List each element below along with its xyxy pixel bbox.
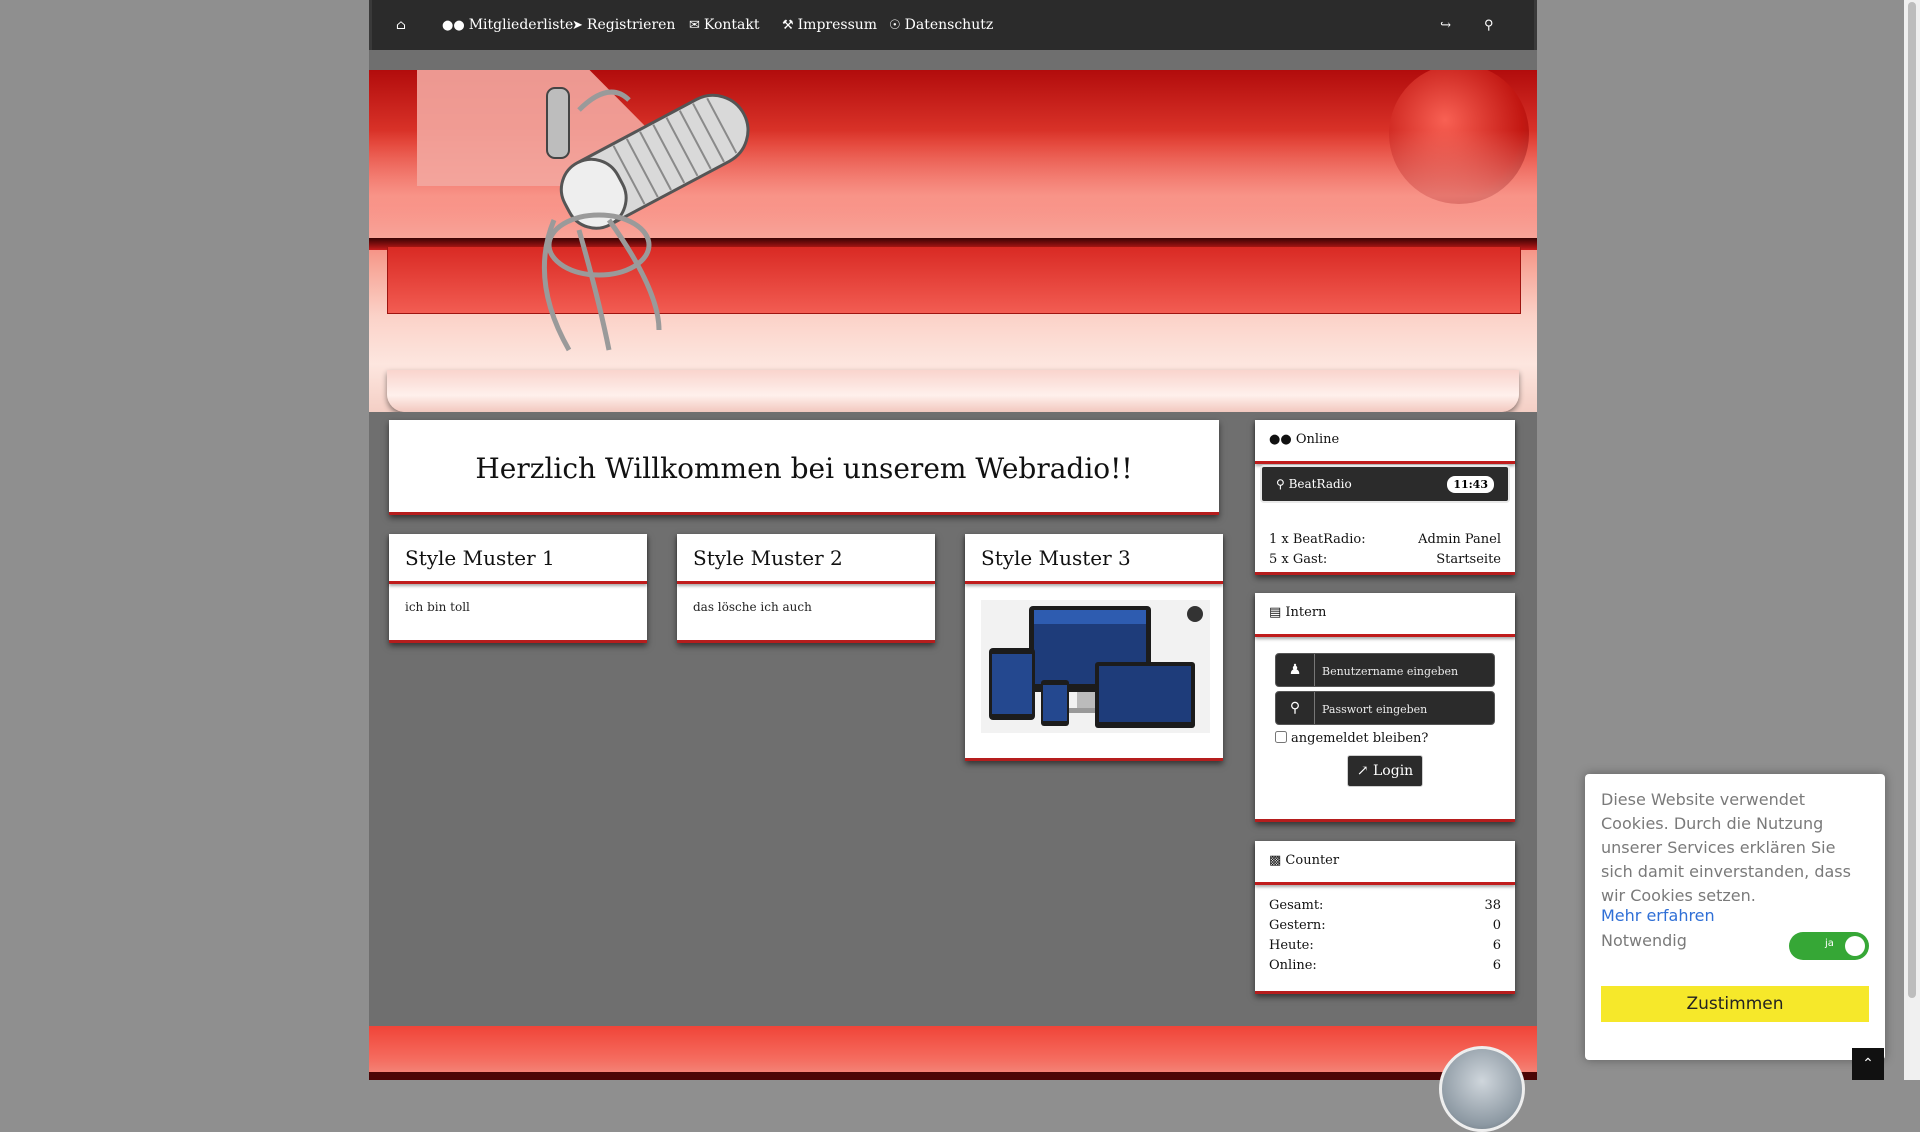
password-input[interactable]: [1320, 698, 1492, 720]
counter-value: 6: [1492, 958, 1501, 973]
style-box-title: Style Muster 1: [405, 546, 555, 570]
online-row: 5 x Gast: Startseite: [1269, 552, 1501, 572]
style-box-2: Style Muster 2 das lösche ich auch: [677, 534, 935, 643]
devices-image: [981, 600, 1210, 733]
microphone-icon: ⚲: [1276, 477, 1289, 491]
username-group: ♟: [1275, 653, 1495, 687]
nav-logout[interactable]: ↪: [1440, 0, 1455, 50]
remember-row: angemeldet bleiben?: [1275, 731, 1428, 746]
online-row-left: 5 x Gast:: [1269, 552, 1328, 567]
password-group: ⚲: [1275, 691, 1495, 725]
nav-impressum[interactable]: ⚒ Impressum: [782, 0, 877, 50]
remember-checkbox[interactable]: [1275, 731, 1287, 743]
counter-row: Online: 6: [1269, 958, 1501, 978]
nav-label: Datenschutz: [904, 17, 994, 33]
bar-chart-icon: ▩: [1269, 853, 1286, 868]
style-box-1: Style Muster 1 ich bin toll: [389, 534, 647, 643]
online-row-right: Admin Panel: [1418, 532, 1501, 547]
counter-box: ▩ Counter Gesamt: 38 Gestern: 0 Heute: 6…: [1255, 841, 1515, 994]
logout-icon: ↪: [1440, 18, 1451, 33]
nav-label: Impressum: [797, 17, 878, 33]
globe-icon: [1439, 1046, 1525, 1132]
style-box-body: ich bin toll: [405, 600, 470, 614]
nav-kontakt[interactable]: ✉ Kontakt: [689, 0, 760, 50]
intern-title: Intern: [1285, 605, 1327, 620]
online-title: Online: [1295, 432, 1340, 447]
login-button[interactable]: ↗ Login: [1347, 755, 1423, 787]
envelope-icon: ✉: [689, 18, 700, 33]
toggle-label: ja: [1825, 938, 1834, 949]
chevron-up-icon: ⌃: [1862, 1056, 1874, 1072]
lock-icon: ⚲: [1276, 692, 1315, 724]
cookie-popup: Diese Website verwendet Cookies. Durch d…: [1585, 774, 1885, 1060]
shield-icon: ☉: [889, 18, 901, 33]
nav-label: Kontakt: [703, 17, 760, 33]
search-icon: ⚲: [1484, 18, 1494, 33]
nav-label: Mitgliederliste: [468, 17, 574, 33]
share-icon: ↗: [1356, 763, 1373, 779]
radio-station-pill[interactable]: ⚲ BeatRadio 11:43: [1260, 465, 1510, 503]
counter-value: 38: [1484, 898, 1501, 913]
footer-strip: [369, 1072, 1537, 1080]
back-to-top-button[interactable]: ⌃: [1852, 1048, 1884, 1080]
toggle-knob: [1845, 936, 1865, 956]
top-navbar: ⌂ ●● Mitgliederliste ➤ Registrieren ✉ Konta…: [369, 0, 1537, 50]
nav-registrieren[interactable]: ➤ Registrieren: [572, 0, 675, 50]
online-row-left: 1 x BeatRadio:: [1269, 532, 1366, 547]
cookie-more-link[interactable]: Mehr erfahren: [1601, 906, 1715, 925]
cookie-necessary-label: Notwendig: [1601, 931, 1687, 950]
station-name: BeatRadio: [1288, 477, 1352, 491]
home-icon: ⌂: [396, 18, 406, 33]
station-time: 11:43: [1447, 476, 1494, 493]
counter-value: 0: [1492, 918, 1501, 933]
counter-label: Heute:: [1269, 938, 1314, 953]
cookie-accept-button[interactable]: Zustimmen: [1601, 986, 1869, 1022]
welcome-card: Herzlich Willkommen bei unserem Webradio…: [389, 420, 1219, 515]
page-scrollbar[interactable]: [1904, 0, 1920, 1080]
style-box-title: Style Muster 3: [981, 546, 1131, 570]
intern-box: ▤ Intern ♟ ⚲ angemeldet bleiben? ↗ Login: [1255, 593, 1515, 822]
id-card-icon: ▤: [1269, 605, 1286, 620]
counter-row: Gesamt: 38: [1269, 898, 1501, 918]
counter-label: Gesamt:: [1269, 898, 1324, 913]
cookie-necessary-toggle[interactable]: ja: [1789, 932, 1869, 960]
welcome-title: Herzlich Willkommen bei unserem Webradio…: [475, 452, 1133, 485]
users-icon: ●●: [1269, 432, 1296, 447]
online-box: ●● Online ⚲ BeatRadio 11:43 1 x BeatRadi…: [1255, 420, 1515, 575]
sign-in-icon: ➤: [572, 18, 583, 33]
header-banner: [369, 70, 1537, 412]
cookie-text: Diese Website verwendet Cookies. Durch d…: [1601, 790, 1851, 905]
style-box-3: Style Muster 3: [965, 534, 1223, 761]
nav-datenschutz[interactable]: ☉ Datenschutz: [889, 0, 993, 50]
nav-search[interactable]: ⚲: [1484, 0, 1498, 50]
counter-label: Online:: [1269, 958, 1317, 973]
nav-mitgliederliste[interactable]: ●● Mitgliederliste: [442, 0, 573, 50]
remember-label: angemeldet bleiben?: [1291, 731, 1429, 746]
online-row: 1 x BeatRadio: Admin Panel: [1269, 532, 1501, 552]
microphone-image: [541, 87, 750, 352]
style-box-body: das lösche ich auch: [693, 600, 812, 614]
counter-value: 6: [1492, 938, 1501, 953]
user-icon: ♟: [1276, 654, 1315, 686]
username-input[interactable]: [1320, 660, 1492, 682]
banner-bottom-panel: [387, 370, 1519, 412]
gavel-icon: ⚒: [782, 18, 794, 33]
online-row-right: Startseite: [1436, 552, 1501, 567]
login-label: Login: [1373, 763, 1414, 779]
counter-label: Gestern:: [1269, 918, 1326, 933]
nav-home[interactable]: ⌂: [396, 0, 410, 50]
counter-row: Heute: 6: [1269, 938, 1501, 958]
footer-banner: [369, 1026, 1537, 1132]
nav-label: Registrieren: [586, 17, 676, 33]
style-box-title: Style Muster 2: [693, 546, 843, 570]
scrollbar-thumb[interactable]: [1908, 2, 1916, 998]
counter-title: Counter: [1285, 853, 1340, 868]
users-icon: ●●: [442, 18, 465, 33]
counter-row: Gestern: 0: [1269, 918, 1501, 938]
